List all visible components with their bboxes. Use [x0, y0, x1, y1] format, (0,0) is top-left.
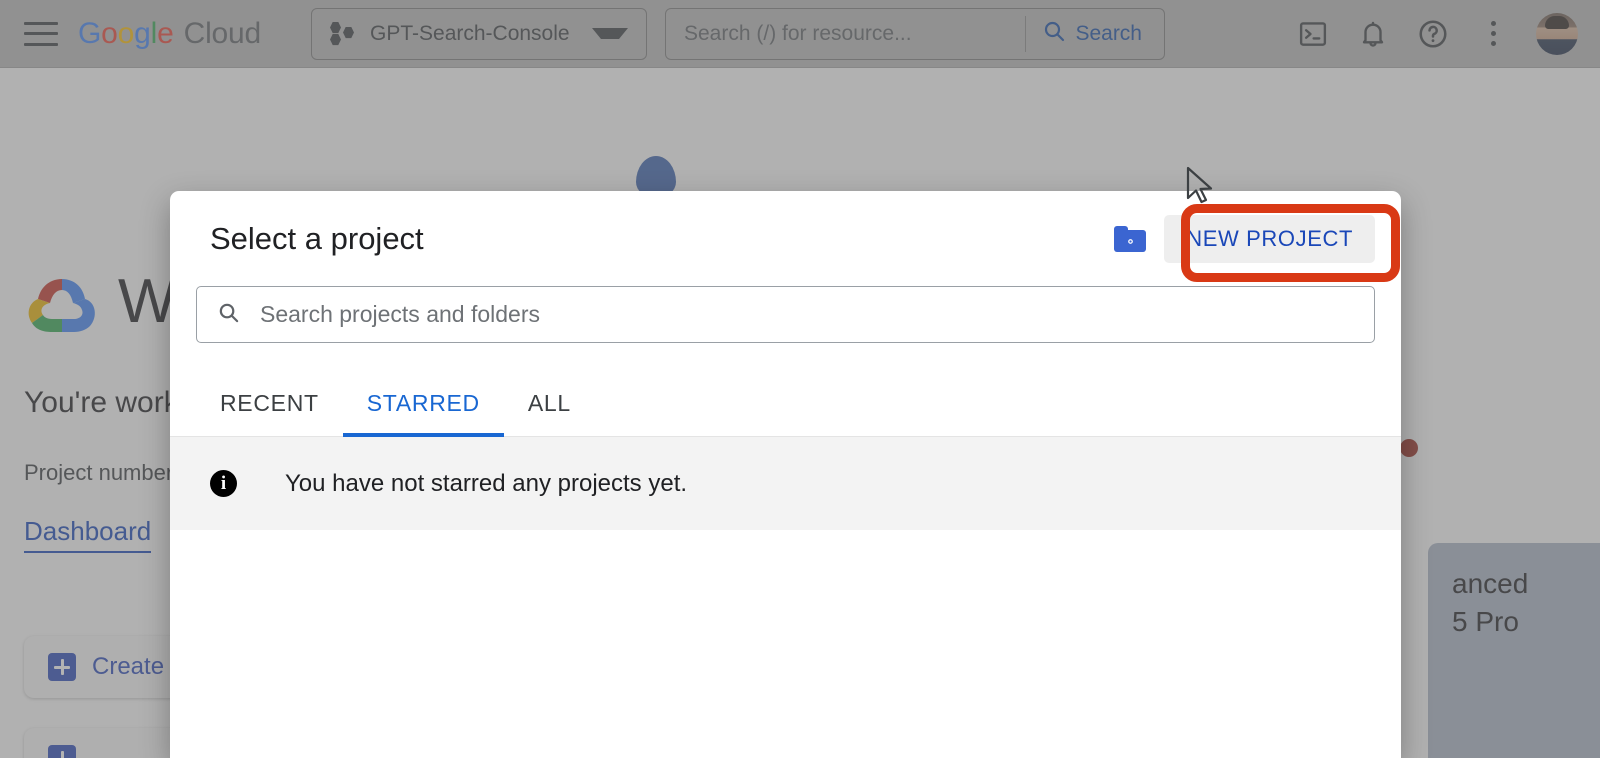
select-project-dialog: Select a project NEW PROJECT RECENT STAR… — [170, 191, 1401, 758]
project-search-field[interactable] — [196, 286, 1375, 343]
empty-state-banner: i You have not starred any projects yet. — [170, 437, 1401, 530]
search-icon — [217, 301, 240, 329]
tab-all[interactable]: ALL — [504, 390, 595, 437]
dialog-title: Select a project — [210, 220, 424, 256]
folder-settings-icon[interactable] — [1114, 225, 1147, 252]
dialog-header-actions: NEW PROJECT — [1114, 214, 1375, 263]
info-icon: i — [210, 470, 237, 497]
dialog-tabs: RECENT STARRED ALL — [170, 365, 1401, 437]
tab-starred[interactable]: STARRED — [342, 390, 504, 437]
new-project-button[interactable]: NEW PROJECT — [1164, 214, 1375, 263]
dialog-header: Select a project NEW PROJECT — [170, 191, 1401, 286]
empty-state-message: You have not starred any projects yet. — [285, 469, 688, 497]
tab-recent[interactable]: RECENT — [196, 390, 343, 437]
project-search-input[interactable] — [258, 300, 1354, 329]
